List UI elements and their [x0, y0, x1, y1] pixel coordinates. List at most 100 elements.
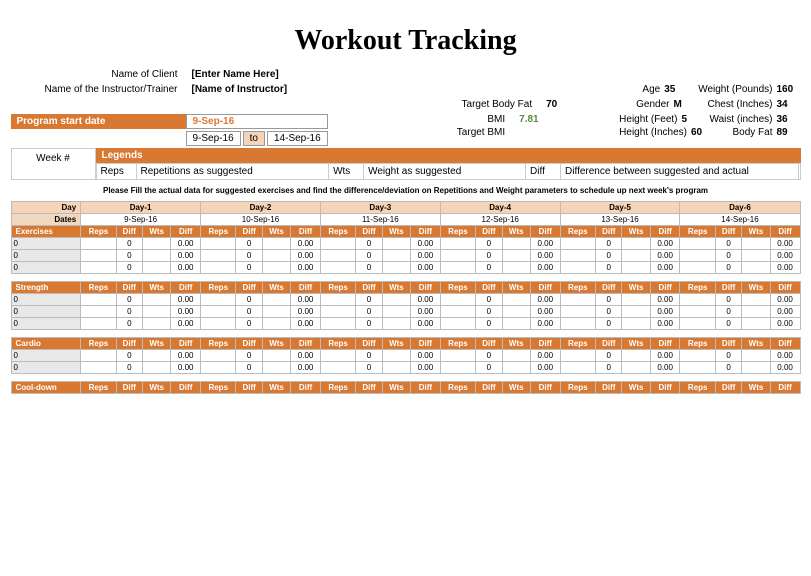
- program-start-value[interactable]: 9-Sep-16: [186, 114, 328, 129]
- data-cell[interactable]: [382, 306, 410, 318]
- data-cell[interactable]: [262, 318, 290, 330]
- data-cell[interactable]: [622, 262, 650, 274]
- hin-value[interactable]: 60: [691, 127, 715, 138]
- data-cell[interactable]: [201, 262, 236, 274]
- gender-value[interactable]: M: [673, 99, 697, 110]
- data-cell[interactable]: 0.00: [650, 294, 680, 306]
- data-cell[interactable]: [201, 306, 236, 318]
- data-cell[interactable]: [320, 250, 355, 262]
- data-cell[interactable]: [742, 318, 770, 330]
- client-value[interactable]: [Enter Name Here]: [192, 69, 279, 80]
- data-cell[interactable]: [262, 238, 290, 250]
- data-cell[interactable]: 0.00: [770, 350, 800, 362]
- data-cell[interactable]: [143, 362, 171, 374]
- data-cell[interactable]: [382, 250, 410, 262]
- data-cell[interactable]: [560, 262, 595, 274]
- data-cell[interactable]: 0.00: [530, 350, 560, 362]
- data-cell[interactable]: 0: [476, 306, 502, 318]
- data-cell[interactable]: [81, 294, 116, 306]
- row-label[interactable]: 0: [11, 362, 81, 374]
- data-cell[interactable]: 0.00: [650, 350, 680, 362]
- data-cell[interactable]: 0.00: [650, 238, 680, 250]
- data-cell[interactable]: 0: [476, 318, 502, 330]
- data-cell[interactable]: [320, 306, 355, 318]
- row-label[interactable]: 0: [11, 262, 81, 274]
- data-cell[interactable]: [622, 294, 650, 306]
- data-cell[interactable]: [201, 362, 236, 374]
- data-cell[interactable]: [382, 238, 410, 250]
- data-cell[interactable]: 0: [596, 350, 622, 362]
- data-cell[interactable]: [560, 362, 595, 374]
- data-cell[interactable]: 0: [356, 294, 382, 306]
- data-cell[interactable]: 0: [356, 362, 382, 374]
- data-cell[interactable]: [320, 294, 355, 306]
- data-cell[interactable]: 0: [116, 306, 142, 318]
- data-cell[interactable]: 0: [356, 318, 382, 330]
- data-cell[interactable]: 0.00: [411, 362, 441, 374]
- data-cell[interactable]: 0: [476, 350, 502, 362]
- data-cell[interactable]: 0: [476, 294, 502, 306]
- data-cell[interactable]: 0: [356, 306, 382, 318]
- data-cell[interactable]: 0: [116, 250, 142, 262]
- data-cell[interactable]: [81, 238, 116, 250]
- data-cell[interactable]: [680, 238, 715, 250]
- data-cell[interactable]: [502, 238, 530, 250]
- waist-value[interactable]: 36: [777, 114, 801, 125]
- data-cell[interactable]: 0.00: [171, 294, 201, 306]
- data-cell[interactable]: 0: [596, 318, 622, 330]
- data-cell[interactable]: 0.00: [770, 238, 800, 250]
- data-cell[interactable]: 0: [236, 294, 262, 306]
- week-start[interactable]: 9-Sep-16: [186, 131, 241, 146]
- data-cell[interactable]: [440, 350, 475, 362]
- data-cell[interactable]: 0: [476, 362, 502, 374]
- data-cell[interactable]: 0.00: [171, 318, 201, 330]
- data-cell[interactable]: 0: [356, 350, 382, 362]
- data-cell[interactable]: [143, 318, 171, 330]
- data-cell[interactable]: [262, 350, 290, 362]
- data-cell[interactable]: [320, 262, 355, 274]
- data-cell[interactable]: 0.00: [770, 318, 800, 330]
- data-cell[interactable]: 0: [236, 238, 262, 250]
- data-cell[interactable]: [560, 238, 595, 250]
- data-cell[interactable]: [262, 262, 290, 274]
- data-cell[interactable]: [143, 306, 171, 318]
- data-cell[interactable]: [143, 350, 171, 362]
- bodyfat-value[interactable]: 89: [777, 127, 801, 138]
- data-cell[interactable]: [382, 362, 410, 374]
- age-value[interactable]: 35: [664, 84, 688, 95]
- data-cell[interactable]: [440, 250, 475, 262]
- data-cell[interactable]: [382, 294, 410, 306]
- data-cell[interactable]: 0: [715, 250, 741, 262]
- data-cell[interactable]: 0.00: [770, 262, 800, 274]
- data-cell[interactable]: [262, 362, 290, 374]
- data-cell[interactable]: [143, 250, 171, 262]
- data-cell[interactable]: 0.00: [411, 294, 441, 306]
- data-cell[interactable]: 0: [116, 362, 142, 374]
- data-cell[interactable]: [201, 350, 236, 362]
- data-cell[interactable]: 0.00: [411, 350, 441, 362]
- data-cell[interactable]: 0.00: [171, 250, 201, 262]
- data-cell[interactable]: 0.00: [530, 262, 560, 274]
- data-cell[interactable]: 0: [236, 350, 262, 362]
- data-cell[interactable]: [262, 294, 290, 306]
- data-cell[interactable]: 0.00: [650, 306, 680, 318]
- data-cell[interactable]: [81, 318, 116, 330]
- data-cell[interactable]: [742, 306, 770, 318]
- data-cell[interactable]: [143, 262, 171, 274]
- data-cell[interactable]: [502, 250, 530, 262]
- row-label[interactable]: 0: [11, 350, 81, 362]
- data-cell[interactable]: 0: [236, 306, 262, 318]
- data-cell[interactable]: 0.00: [411, 238, 441, 250]
- data-cell[interactable]: 0: [715, 362, 741, 374]
- data-cell[interactable]: [81, 362, 116, 374]
- data-cell[interactable]: 0: [596, 262, 622, 274]
- data-cell[interactable]: [440, 306, 475, 318]
- data-cell[interactable]: [81, 250, 116, 262]
- data-cell[interactable]: 0.00: [291, 362, 321, 374]
- data-cell[interactable]: [622, 238, 650, 250]
- data-cell[interactable]: 0: [596, 238, 622, 250]
- data-cell[interactable]: [382, 262, 410, 274]
- data-cell[interactable]: 0.00: [171, 238, 201, 250]
- data-cell[interactable]: 0.00: [650, 250, 680, 262]
- data-cell[interactable]: [622, 250, 650, 262]
